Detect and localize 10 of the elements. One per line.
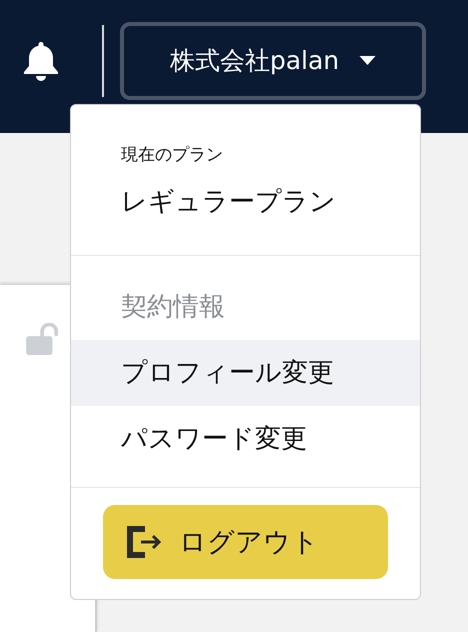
caret-icon [359,56,376,66]
menu-item[interactable]: パスワード変更 [71,406,420,472]
logout-icon [127,526,163,558]
menu-item[interactable]: プロフィール変更 [71,340,420,406]
plan-name: レギュラープラン [121,186,337,219]
menu-item: 契約情報 [120,291,226,324]
logout-button[interactable]: ログアウト [103,505,388,579]
bell-icon[interactable] [22,40,60,82]
account-dropdown-button[interactable]: 株式会社palan [120,22,426,100]
plan-label: 現在のプラン [121,144,224,166]
